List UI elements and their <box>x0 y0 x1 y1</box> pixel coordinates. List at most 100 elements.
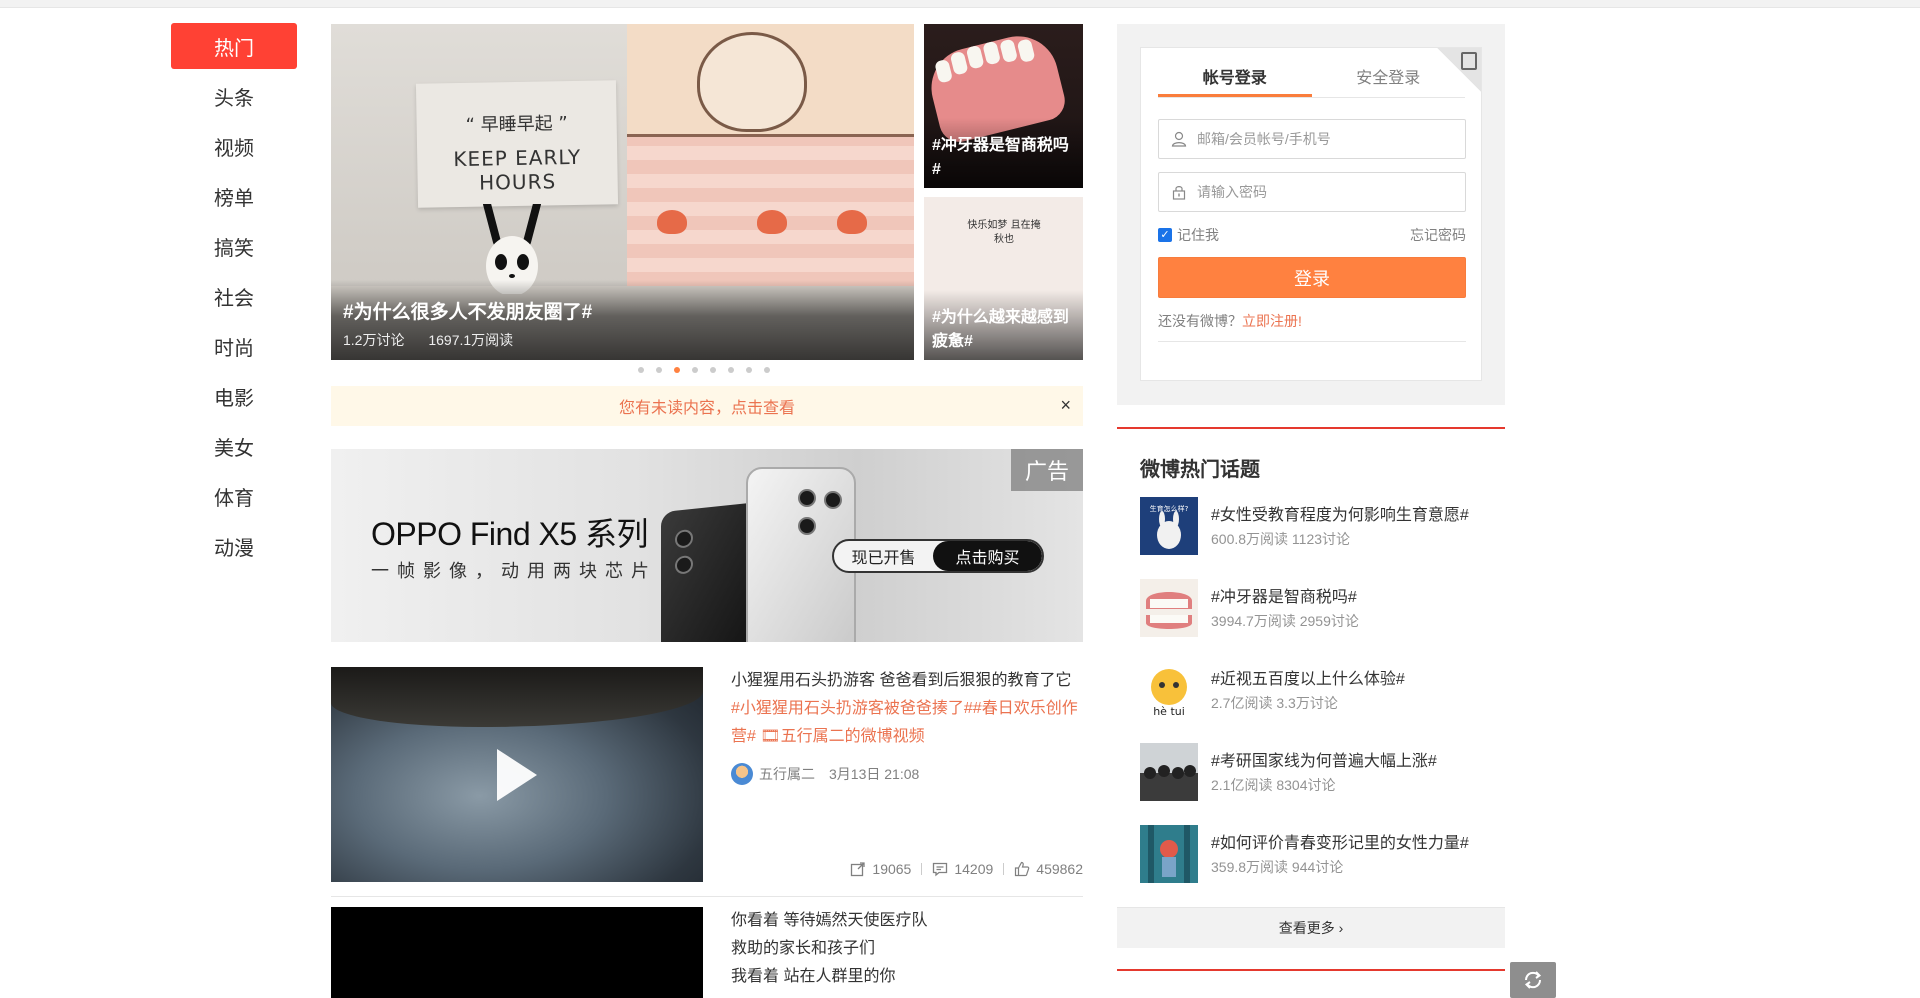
forgot-password-link[interactable]: 忘记密码 <box>1410 225 1466 245</box>
section-divider <box>1117 969 1505 971</box>
register-row: 还没有微博？立即注册! <box>1158 311 1466 342</box>
topic-name[interactable]: #考研国家线为何普遍大幅上涨# <box>1211 747 1437 771</box>
side-slide-title[interactable]: #为什么越来越感到疲惫# <box>932 306 1075 354</box>
feed-text-line[interactable]: 你看着 等待嫣然天使医疗队 <box>731 907 1083 935</box>
side-slide-caption: #为什么越来越感到疲惫# <box>924 290 1083 360</box>
feed-topic-links[interactable]: #小猩猩用石头扔游客被爸爸揍了##春日欢乐创作营# 🎞五行属二的微博视频 <box>731 695 1083 751</box>
carousel-dot[interactable] <box>728 367 734 373</box>
slide-photo-left: “ 早睡早起 ” KEEP EARLY HOURS <box>331 24 627 294</box>
topic-thumbnail: hè tui <box>1140 661 1198 719</box>
sign-line-2: KEEP EARLY HOURS <box>453 144 582 195</box>
password-input[interactable] <box>1197 184 1447 200</box>
carousel-dot-active[interactable] <box>674 367 680 373</box>
like-count: 459862 <box>1036 861 1083 877</box>
play-icon[interactable] <box>497 749 537 801</box>
unread-notice-bar[interactable]: 您有未读内容，点击查看 × <box>331 386 1083 426</box>
nav-item-sports[interactable]: 体育 <box>171 473 297 519</box>
topic-thumb-text: hè tui <box>1153 705 1185 718</box>
carousel-dot[interactable] <box>746 367 752 373</box>
comment-count: 14209 <box>954 861 994 877</box>
slide-read-count: 1697.1万阅读 <box>428 332 514 348</box>
see-more-link[interactable]: 查看更多 › <box>1117 907 1505 948</box>
comment-button[interactable]: 14209 <box>932 861 993 877</box>
feed-timestamp[interactable]: 3月13日 21:08 <box>829 764 919 784</box>
side-slide-caption: #冲牙器是智商税吗# <box>924 118 1083 188</box>
remember-label[interactable]: 记住我 <box>1177 225 1219 245</box>
refresh-button[interactable] <box>1510 962 1556 998</box>
nav-item-funny[interactable]: 搞笑 <box>171 223 297 269</box>
side-slide-title[interactable]: #冲牙器是智商税吗# <box>932 134 1075 182</box>
nav-item-rankings[interactable]: 榜单 <box>171 173 297 219</box>
ad-badge: 广告 <box>1011 449 1083 491</box>
topic-item[interactable]: #考研国家线为何普遍大幅上涨# 2.1亿阅读 8304讨论 <box>1140 743 1490 803</box>
topic-name[interactable]: #冲牙器是智商税吗# <box>1211 583 1357 607</box>
remember-checkbox[interactable]: ✓ <box>1158 228 1172 242</box>
feed-text-line[interactable]: 我看着 站在人群里的你 <box>731 963 1083 991</box>
topic-name[interactable]: #如何评价青春变形记里的女性力量# <box>1211 829 1469 853</box>
ad-on-sale-label[interactable]: 现已开售 <box>834 541 933 571</box>
nav-item-movies[interactable]: 电影 <box>171 373 297 419</box>
nav-item-video[interactable]: 视频 <box>171 123 297 169</box>
carousel-dot[interactable] <box>764 367 770 373</box>
thumbnail-rock <box>331 667 703 727</box>
thumbs-up-icon <box>1015 861 1030 877</box>
carousel-side-slide-1[interactable]: #冲牙器是智商税吗# <box>924 24 1083 188</box>
feed-title[interactable]: 小猩猩用石头扔游客 爸爸看到后狠狠的教育了它 <box>731 667 1083 695</box>
video-thumbnail[interactable] <box>331 907 703 998</box>
topic-item[interactable]: #冲牙器是智商税吗# 3994.7万阅读 2959讨论 <box>1140 579 1490 639</box>
carousel-dot[interactable] <box>638 367 644 373</box>
topic-thumbnail <box>1140 743 1198 801</box>
topic-thumbnail <box>1140 825 1198 883</box>
topic-meta: 2.7亿阅读 3.3万讨论 <box>1211 695 1338 711</box>
tab-account-login[interactable]: 帐号登录 <box>1158 64 1312 97</box>
slide-title[interactable]: #为什么很多人不发朋友圈了# <box>343 297 592 324</box>
top-bar <box>0 0 1920 8</box>
carousel-side-slide-2[interactable]: 快乐如梦 且在掩秋也 #为什么越来越感到疲惫# <box>924 197 1083 360</box>
login-button[interactable]: 登录 <box>1158 257 1466 298</box>
feed-text-line[interactable]: 救助的家长和孩子们 <box>731 935 1083 963</box>
topic-name[interactable]: #近视五百度以上什么体验# <box>1211 665 1405 689</box>
login-tabs: 帐号登录 安全登录 <box>1158 64 1465 98</box>
topic-thumbnail <box>1140 579 1198 637</box>
ad-banner[interactable]: OPPO Find X5 系列 一帧影像，动用两块芯片 现已开售 点击购买 广告 <box>331 449 1083 642</box>
avatar[interactable] <box>731 763 753 785</box>
slide-discuss-count: 1.2万讨论 <box>343 332 405 348</box>
carousel-dot[interactable] <box>692 367 698 373</box>
topic-item[interactable]: hè tui #近视五百度以上什么体验# 2.7亿阅读 3.3万讨论 <box>1140 661 1490 721</box>
username-input[interactable] <box>1197 131 1447 147</box>
sign-line-1: “ 早睡早起 ” <box>465 113 568 136</box>
feed-item: 你看着 等待嫣然天使医疗队 救助的家长和孩子们 我看着 站在人群里的你 <box>331 907 1083 998</box>
nav-item-headlines[interactable]: 头条 <box>171 73 297 119</box>
like-button[interactable]: 459862 <box>1014 861 1083 877</box>
nav-item-beauty[interactable]: 美女 <box>171 423 297 469</box>
username-field[interactable] <box>1158 119 1466 159</box>
nav-item-fashion[interactable]: 时尚 <box>171 323 297 369</box>
carousel-dot[interactable] <box>656 367 662 373</box>
repost-button[interactable]: 19065 <box>850 861 911 877</box>
ad-subtitle: 一帧影像，动用两块芯片 <box>371 561 657 581</box>
unread-notice-text[interactable]: 您有未读内容，点击查看 <box>619 394 795 418</box>
close-icon[interactable]: × <box>1060 395 1071 416</box>
feed-author-row: 五行属二 3月13日 21:08 <box>731 763 1083 785</box>
nav-item-hot[interactable]: 热门 <box>171 23 297 69</box>
topic-item[interactable]: 生育怎么样? #女性受教育程度为何影响生育意愿# 600.8万阅读 1123讨论 <box>1140 497 1490 557</box>
nav-item-society[interactable]: 社会 <box>171 273 297 319</box>
remember-me[interactable]: ✓ 记住我 <box>1158 225 1219 245</box>
hot-topics-panel: 微博热门话题 生育怎么样? #女性受教育程度为何影响生育意愿# 600.8万阅读… <box>1117 427 1505 948</box>
slide-sign-card: “ 早睡早起 ” KEEP EARLY HOURS <box>415 80 619 208</box>
video-thumbnail[interactable] <box>331 667 703 882</box>
topic-item[interactable]: #如何评价青春变形记里的女性力量# 359.8万阅读 944讨论 <box>1140 825 1490 885</box>
feed-item: 小猩猩用石头扔游客 爸爸看到后狠狠的教育了它 #小猩猩用石头扔游客被爸爸揍了##… <box>331 667 1083 897</box>
tab-secure-login[interactable]: 安全登录 <box>1312 64 1466 97</box>
register-link[interactable]: 立即注册! <box>1242 313 1302 329</box>
carousel-main-slide[interactable]: “ 早睡早起 ” KEEP EARLY HOURS #为什么很多人不发朋友圈了#… <box>331 24 914 360</box>
carousel-dot[interactable] <box>710 367 716 373</box>
ad-buy-button[interactable]: 点击购买 <box>933 541 1042 571</box>
topic-name[interactable]: #女性受教育程度为何影响生育意愿# <box>1211 501 1469 525</box>
topic-meta: 3994.7万阅读 2959讨论 <box>1211 613 1359 629</box>
repost-icon <box>851 862 866 877</box>
password-field[interactable] <box>1158 172 1466 212</box>
feed-author-name[interactable]: 五行属二 <box>759 764 815 784</box>
hot-topics-title: 微博热门话题 <box>1140 459 1260 481</box>
nav-item-anime[interactable]: 动漫 <box>171 523 297 569</box>
